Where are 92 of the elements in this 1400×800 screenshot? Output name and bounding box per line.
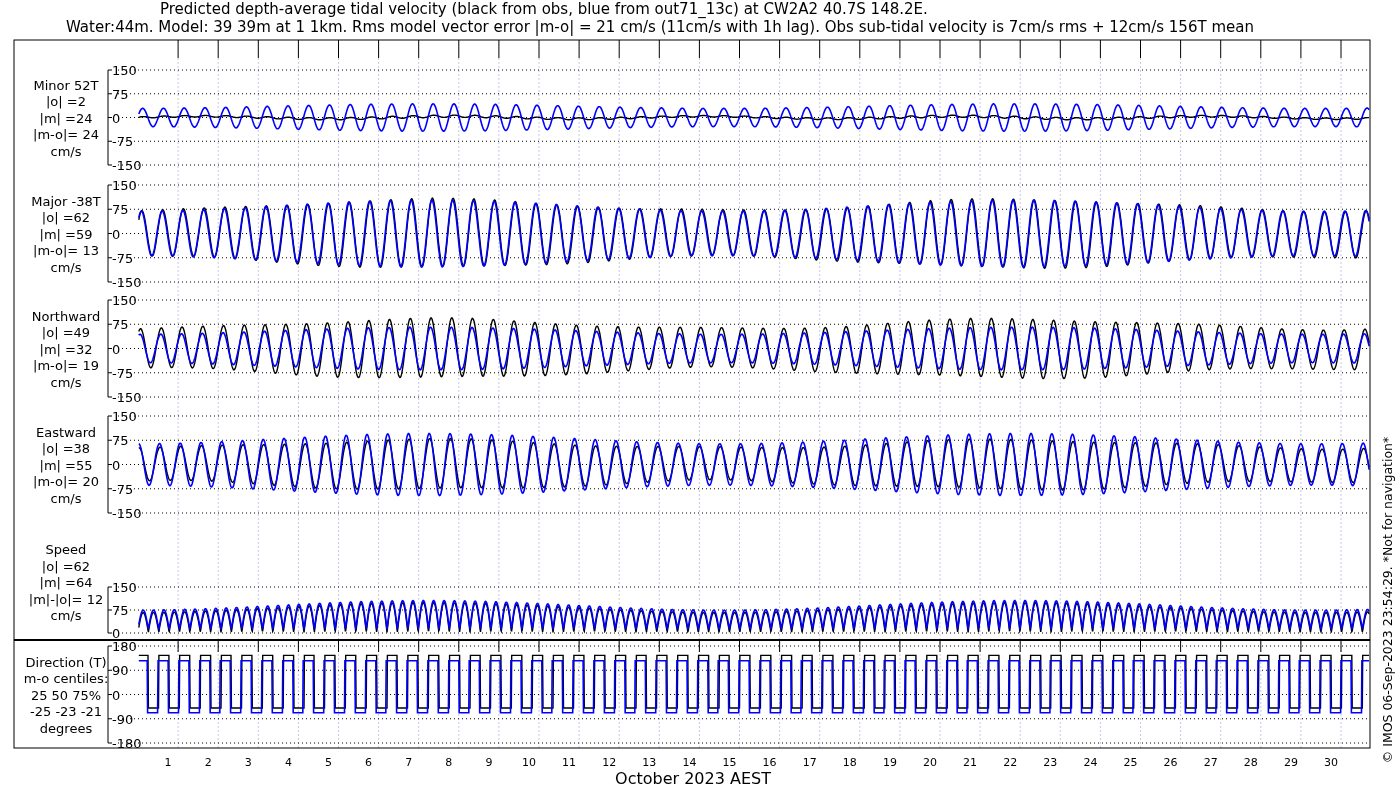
panel-label: Direction (T) [25, 654, 107, 670]
panel-label: |m| =55 [39, 457, 93, 473]
y-tick-label: 0 [112, 226, 121, 242]
y-tick-label: -75 [112, 134, 134, 150]
day-label: 25 [1123, 756, 1138, 769]
day-label: 21 [963, 756, 978, 769]
panel-label: |m| =24 [39, 110, 93, 126]
panel-label: Minor 52T [33, 77, 99, 93]
day-label: 9 [485, 756, 493, 769]
y-tick-label: -75 [112, 250, 134, 266]
panel-label: cm/s [50, 608, 82, 623]
panel-label: -25 -23 -21 [30, 704, 102, 719]
panel-label: cm/s [50, 490, 82, 506]
panel-label: Eastward [36, 424, 96, 440]
panel-label: |m-o|= 20 [33, 474, 99, 489]
day-label: 1 [164, 756, 172, 769]
panel-label: Speed [45, 542, 87, 557]
y-tick-label: -150 [112, 158, 142, 173]
panel-label: |o| =62 [41, 210, 91, 225]
day-label: 15 [722, 756, 737, 769]
panel-label: |o| =2 [46, 94, 86, 109]
chart-title: Water:44m. Model: 39 39m at 1 1km. Rms model vector error |m-o| = 21 cm/s (11cm/s with 1h lag). Obs sub-tidal velocity is 7cm/s rms + 12cm/s 156T mean [66, 18, 1254, 36]
copyright-notice: © IMOS 06-Sep-2023 23:54:29. *Not for navigation* [1380, 436, 1395, 764]
day-label: 5 [325, 756, 332, 769]
day-label: 2 [204, 756, 212, 769]
day-label: 23 [1043, 756, 1058, 769]
day-label: 14 [682, 756, 697, 769]
y-tick-label: 0 [112, 457, 121, 473]
y-tick-label: -90 [112, 711, 134, 727]
day-label: 28 [1243, 756, 1258, 769]
y-tick-label: 0 [112, 687, 121, 703]
y-tick-label: 75 [112, 317, 129, 333]
day-label: 11 [562, 756, 577, 769]
day-label: 30 [1324, 756, 1338, 769]
day-label: 7 [405, 756, 413, 769]
panel-label: |o| =38 [41, 441, 91, 456]
panel-label: |o| =62 [41, 558, 91, 574]
y-tick-label: 0 [112, 110, 121, 126]
y-tick-label: -150 [112, 506, 142, 521]
y-tick-label: 75 [112, 603, 129, 618]
panel-label: |m-o|= 13 [33, 243, 99, 258]
day-label: 16 [762, 756, 777, 769]
day-label: 29 [1283, 756, 1298, 769]
panel-label: |m| =59 [39, 226, 93, 242]
day-label: 8 [445, 756, 453, 769]
panel-label: |o| =49 [41, 325, 91, 340]
day-label: 20 [923, 756, 937, 769]
panel-label: |m-o|= 24 [33, 127, 99, 142]
y-tick-label: 150 [112, 409, 137, 424]
day-label: 6 [365, 756, 373, 769]
panel-label: |m|-|o|= 12 [28, 591, 104, 607]
panel-label: Major -38T [31, 193, 101, 209]
panel-label: Northward [31, 308, 101, 324]
panel-label: 25 50 75% [30, 687, 102, 703]
y-tick-label: 75 [112, 433, 129, 449]
y-tick-label: 0 [112, 341, 121, 357]
day-label: 19 [882, 756, 897, 769]
day-label: 12 [602, 756, 617, 769]
day-label: 17 [802, 756, 817, 769]
day-label: 18 [842, 756, 857, 769]
y-tick-label: -150 [112, 275, 142, 290]
day-label: 10 [522, 756, 536, 769]
panel-label: degrees [39, 720, 93, 736]
y-tick-label: -75 [112, 365, 134, 381]
y-tick-label: 150 [112, 178, 137, 193]
day-label: 27 [1203, 756, 1218, 769]
y-tick-label: 180 [112, 639, 137, 654]
y-tick-label: 0 [112, 626, 121, 641]
panel-label: cm/s [50, 259, 82, 275]
y-tick-label: 75 [112, 86, 129, 102]
y-tick-label: 150 [112, 63, 137, 78]
panel-label: cm/s [50, 143, 82, 159]
day-label: 26 [1163, 756, 1178, 769]
y-tick-label: 75 [112, 202, 129, 218]
y-tick-label: 150 [112, 293, 137, 308]
y-tick-label: -75 [112, 481, 134, 497]
panel-label: |m| =32 [39, 341, 93, 357]
y-tick-label: 150 [112, 580, 137, 595]
day-label: 24 [1083, 756, 1098, 769]
day-label: 13 [642, 756, 657, 769]
panel-label: cm/s [50, 374, 82, 390]
panel-label: m-o centiles: [23, 671, 109, 686]
y-tick-label: 90 [112, 663, 129, 679]
panel-label: |m-o|= 19 [33, 358, 99, 373]
y-tick-label: -180 [112, 736, 142, 751]
y-tick-label: -150 [112, 390, 142, 405]
chart-title: Predicted depth-average tidal velocity (black from obs, blue from out71_13c) at CW2A2 40.7S 148.2E. [160, 0, 928, 18]
day-label: 3 [244, 756, 252, 769]
day-label: 4 [284, 756, 292, 769]
day-label: 22 [1003, 756, 1018, 769]
panel-label: |m| =64 [39, 575, 93, 590]
x-axis-title: October 2023 AEST [615, 769, 771, 788]
